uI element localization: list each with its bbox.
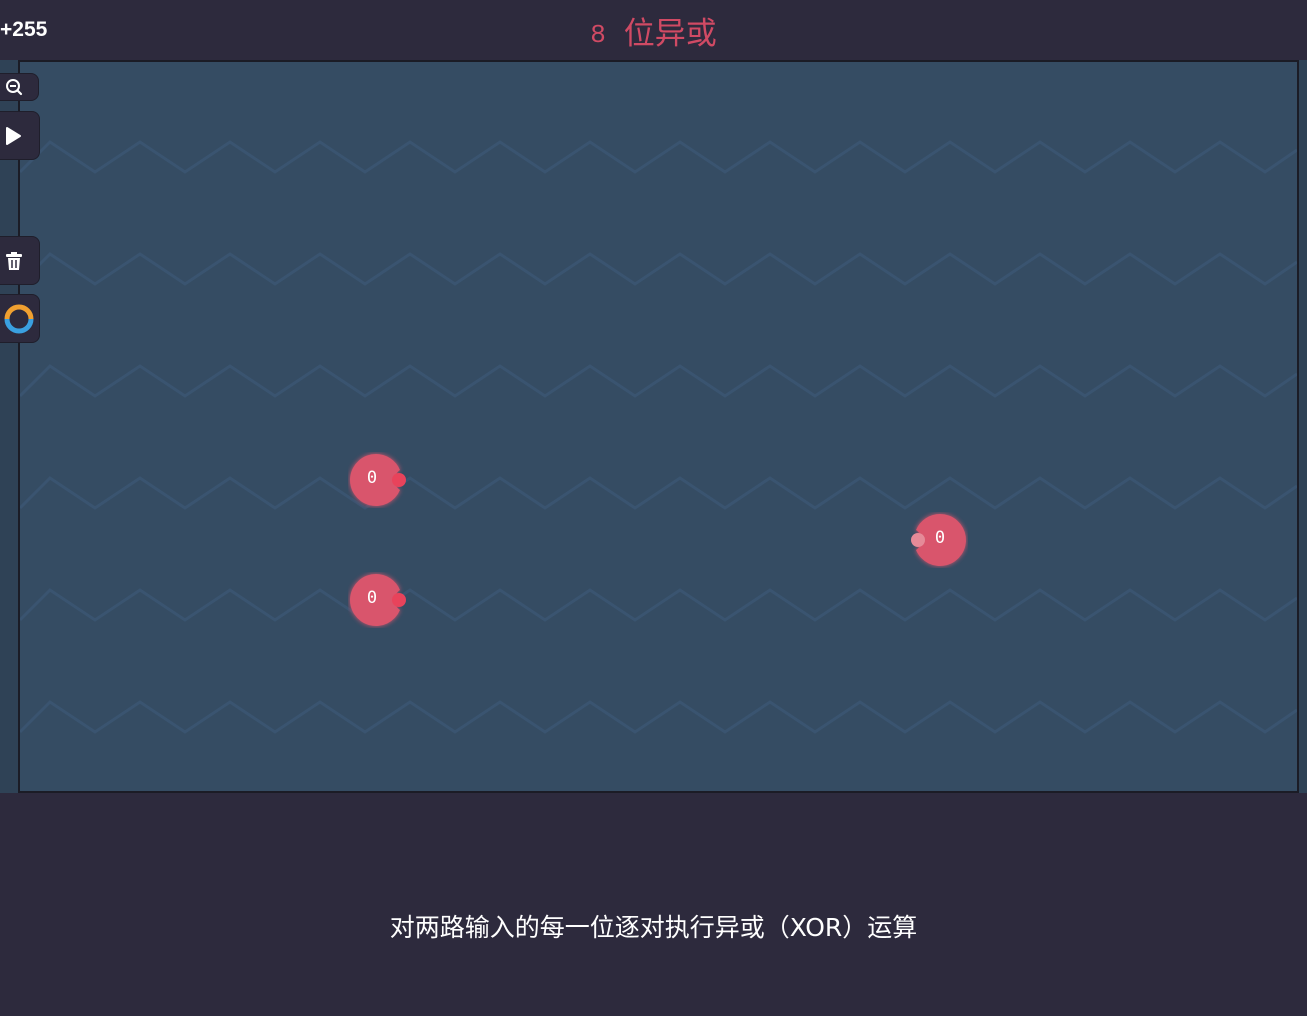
input-node[interactable]: 0: [348, 572, 406, 628]
board-left-edge: [0, 60, 20, 793]
theme-toggle-button[interactable]: [0, 294, 40, 343]
game-screen: +255 8 位异或 0 0 0 对两路输入的每一位逐对执行异或（XOR）运算: [0, 0, 1307, 1016]
board-right-edge: [1297, 60, 1307, 793]
output-pin[interactable]: [392, 473, 406, 487]
play-icon: [6, 126, 21, 145]
zoom-out-icon: [6, 79, 23, 96]
level-title: 8 位异或: [0, 8, 1307, 53]
level-number: 8: [590, 20, 606, 50]
input-pin[interactable]: [911, 533, 925, 547]
input-node-value: 0: [366, 468, 378, 488]
input-node[interactable]: 0: [348, 452, 406, 508]
top-bar: +255 8 位异或: [0, 0, 1307, 60]
trash-icon: [6, 251, 22, 270]
delete-button[interactable]: [0, 236, 40, 285]
board-wave-pattern: [20, 140, 1297, 734]
zoom-out-button[interactable]: [0, 73, 39, 101]
output-node[interactable]: 0: [906, 512, 968, 568]
level-description: 对两路输入的每一位逐对执行异或（XOR）运算: [389, 913, 918, 942]
output-pin[interactable]: [392, 593, 406, 607]
ring-icon: [4, 304, 34, 333]
level-name: 位异或: [623, 16, 717, 52]
play-button[interactable]: [0, 111, 40, 160]
circuit-board[interactable]: [20, 60, 1297, 793]
output-node-value: 0: [934, 528, 946, 548]
input-node-value: 0: [366, 588, 378, 608]
